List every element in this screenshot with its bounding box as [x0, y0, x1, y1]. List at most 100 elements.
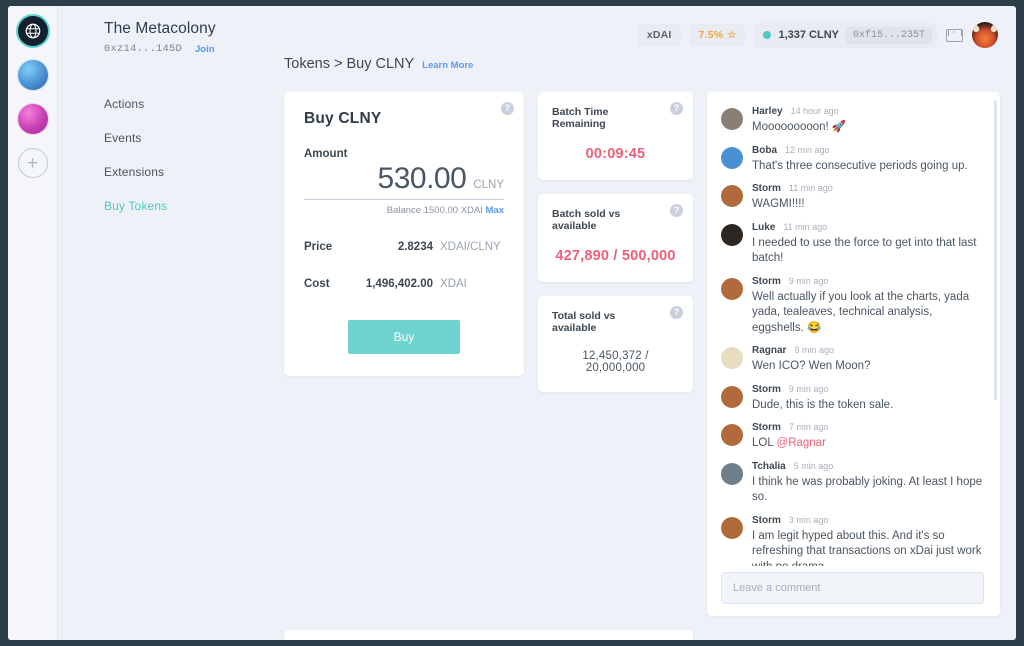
avatar[interactable]: [721, 223, 743, 246]
nav-list: Actions Events Extensions Buy Tokens: [104, 97, 268, 213]
avatar[interactable]: [721, 146, 743, 169]
comment-feed[interactable]: Harley 14 hour ago Mooooooooon! 🚀 Boba 12 mi…: [707, 102, 1000, 566]
avatar[interactable]: [972, 22, 998, 48]
balance-row: Balance 1500.00 XDAI Max: [304, 205, 504, 216]
sidebar-avatar-pink[interactable]: [17, 104, 48, 134]
breadcrumb: Tokens > Buy CLNY Learn More: [284, 56, 1016, 72]
avatar[interactable]: [721, 462, 743, 485]
avatar[interactable]: [721, 385, 743, 408]
comment-author[interactable]: Harley: [752, 106, 783, 117]
help-icon[interactable]: ?: [670, 102, 683, 115]
buy-button[interactable]: Buy: [348, 320, 460, 354]
avatar[interactable]: [721, 277, 743, 300]
comment-author[interactable]: Boba: [752, 145, 777, 156]
comment-timestamp: 11 min ago: [783, 221, 828, 232]
comment-author[interactable]: Storm: [752, 276, 781, 287]
comment-text: LOL @Ragnar: [752, 437, 826, 450]
list-item: Storm 11 min ago WAGMI!!!!: [721, 183, 984, 213]
comment-author[interactable]: Storm: [752, 384, 781, 395]
avatar[interactable]: [721, 516, 743, 539]
main-area: xDAI 7.5% ☆ 1,337 CLNY 0xf15...235T Toke…: [268, 6, 1016, 640]
colony-name: The Metacolony: [104, 20, 216, 37]
list-item: Storm 7 min ago LOL @Ragnar: [721, 422, 984, 452]
comment-meta: Storm 3 min ago: [752, 515, 984, 526]
list-item: Storm 9 min ago Dude, this is the token sa…: [721, 384, 984, 414]
sidebar-avatar-blue[interactable]: [17, 60, 48, 90]
comment-body: Storm 3 min ago I am legit hyped about thi…: [752, 515, 984, 566]
comment-text: Mooooooooon! 🚀: [752, 121, 847, 133]
add-colony-icon[interactable]: +: [17, 148, 48, 178]
avatar[interactable]: [721, 347, 743, 370]
sidebar-item-extensions[interactable]: Extensions: [104, 165, 268, 179]
nav-column: The Metacolony 0xz14...145D Join Actions…: [58, 6, 268, 640]
comment-text: Wen ICO? Wen Moon?: [752, 360, 871, 373]
sidebar-item-events[interactable]: Events: [104, 131, 268, 145]
comment-body: Harley 14 hour ago Mooooooooon! 🚀: [752, 106, 984, 136]
comment-author[interactable]: Ragnar: [752, 345, 786, 356]
app-window: + The Metacolony 0xz14...145D Join Actio…: [8, 6, 1016, 640]
balance-text: Balance 1500.00 XDAI: [386, 205, 483, 216]
price-row: Price 2.8234 XDAI/CLNY: [304, 241, 504, 253]
scrollbar[interactable]: [994, 100, 997, 400]
icon-rail: +: [8, 6, 58, 640]
wallet-chip[interactable]: 1,337 CLNY 0xf15...235T: [754, 22, 937, 48]
max-link[interactable]: Max: [486, 205, 504, 216]
comment-body: Luke 11 min ago I needed to use the force …: [752, 222, 984, 267]
amount-unit: CLNY: [473, 179, 504, 191]
comment-author[interactable]: Tchalia: [752, 461, 786, 472]
envelope-icon[interactable]: [946, 28, 963, 42]
learn-more-link[interactable]: Learn More: [422, 60, 473, 71]
reputation-rate-chip[interactable]: 7.5% ☆: [689, 24, 746, 46]
price-value: 2.8234: [397, 241, 433, 253]
sidebar-item-actions[interactable]: Actions: [104, 97, 268, 111]
buy-card: ? Buy CLNY Amount 530.00 CLNY Balance 15…: [284, 92, 524, 376]
batch-sold-label: Batch sold vs available: [552, 208, 621, 232]
price-label: Price: [304, 241, 333, 253]
batch-sold-value: 427,890 / 500,000: [555, 248, 676, 264]
avatar[interactable]: [721, 108, 743, 130]
colony-logo-icon[interactable]: [17, 16, 48, 46]
sidebar-item-buy-tokens[interactable]: Buy Tokens: [104, 199, 268, 213]
comment-body: Ragnar 9 min ago Wen ICO? Wen Moon?: [752, 345, 984, 375]
batch-time-value: 00:09:45: [585, 146, 646, 162]
stats-column: ? Batch Time Remaining 00:09:45 ? Batch …: [538, 92, 693, 406]
wallet-address: 0xf15...235T: [845, 26, 932, 44]
comment-timestamp: 9 min ago: [788, 275, 829, 286]
comment-meta: Harley 14 hour ago: [752, 106, 984, 117]
comment-timestamp: 12 min ago: [785, 144, 830, 155]
colony-meta: 0xz14...145D Join: [104, 43, 268, 55]
comment-body: Storm 9 min ago Well actually if you look …: [752, 276, 984, 337]
comment-meta: Tchalia 5 min ago: [752, 461, 984, 472]
comment-author[interactable]: Luke: [752, 222, 775, 233]
comment-author[interactable]: Storm: [752, 183, 781, 194]
comment-text: I needed to use the force to get into th…: [752, 236, 977, 265]
breadcrumb-text[interactable]: Tokens > Buy CLNY: [284, 56, 414, 72]
help-icon[interactable]: ?: [501, 102, 514, 115]
cost-unit: XDAI: [440, 278, 467, 290]
buy-column: ? Buy CLNY Amount 530.00 CLNY Balance 15…: [284, 92, 524, 376]
network-chip[interactable]: xDAI: [637, 24, 681, 46]
status-dot-icon: [763, 31, 772, 39]
comment-meta: Storm 9 min ago: [752, 384, 984, 395]
comment-timestamp: 9 min ago: [794, 345, 834, 356]
page-title: Buy CLNY: [304, 110, 382, 127]
avatar[interactable]: [721, 424, 743, 447]
comment-input[interactable]: [721, 572, 984, 604]
amount-input[interactable]: 530.00: [378, 162, 467, 196]
mention-link[interactable]: @Ragnar: [777, 437, 826, 449]
avatar[interactable]: [721, 185, 743, 208]
amount-input-row[interactable]: 530.00 CLNY: [304, 162, 504, 200]
comment-text: WAGMI!!!!: [752, 198, 805, 211]
price-unit: XDAI/CLNY: [440, 241, 501, 253]
comment-meta: Storm 7 min ago: [752, 422, 984, 433]
help-icon[interactable]: ?: [670, 204, 683, 217]
comment-author[interactable]: Storm: [752, 422, 781, 433]
comment-author[interactable]: Storm: [752, 515, 781, 526]
previous-batches-card: Previous batches Price next batch Sale E…: [284, 630, 693, 640]
comment-text: I think he was probably joking. At least…: [752, 475, 983, 504]
help-icon[interactable]: ?: [670, 306, 683, 319]
list-item: Harley 14 hour ago Mooooooooon! 🚀: [721, 106, 984, 136]
comment-meta: Ragnar 9 min ago: [752, 345, 984, 356]
list-item: Ragnar 9 min ago Wen ICO? Wen Moon?: [721, 345, 984, 375]
join-link[interactable]: Join: [195, 44, 215, 55]
